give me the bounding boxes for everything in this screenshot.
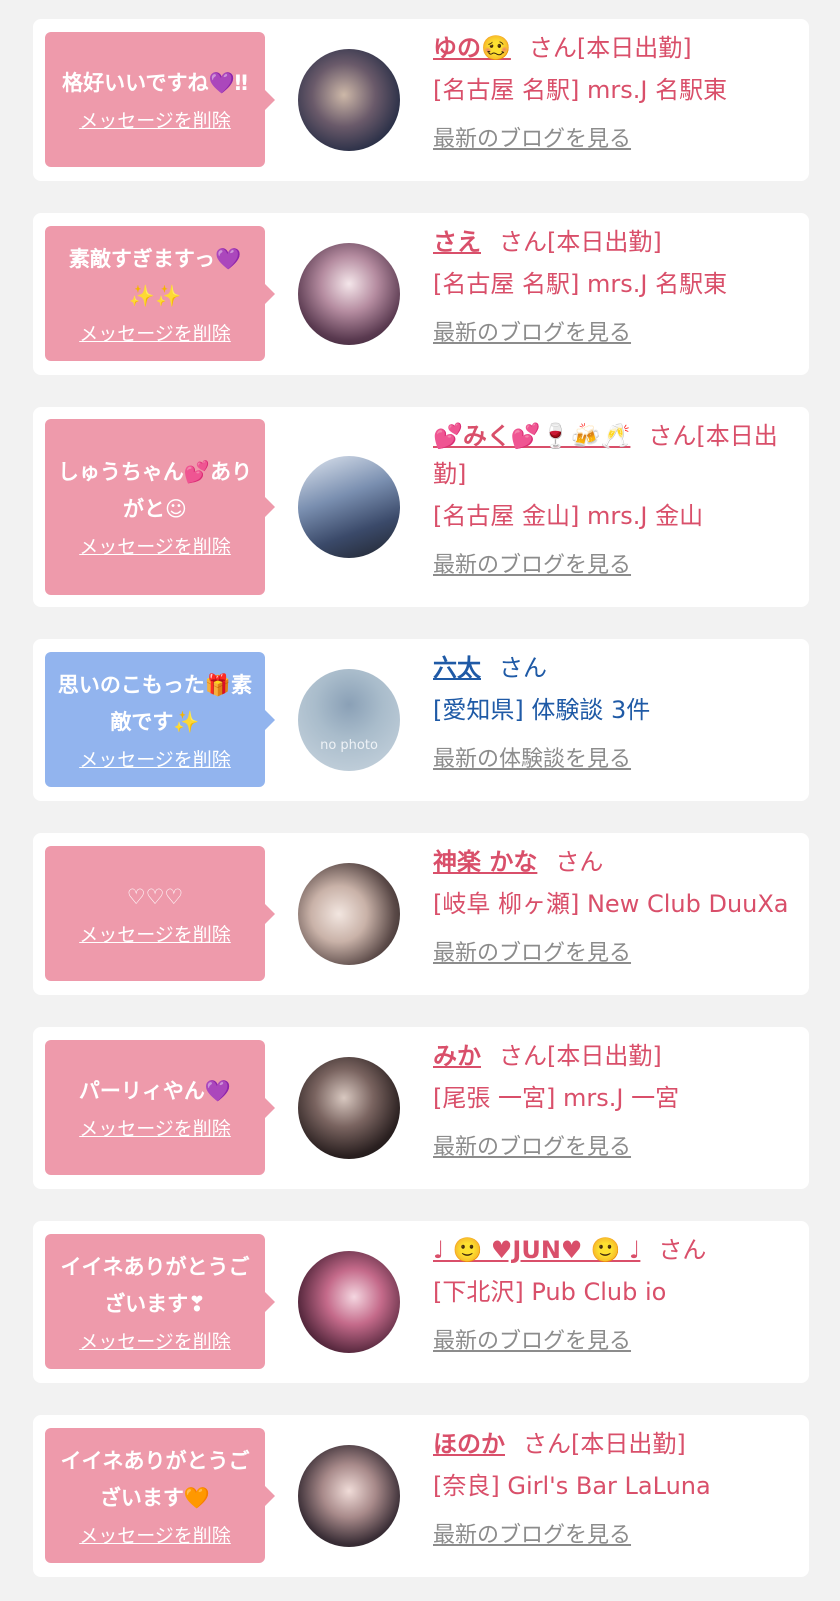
message-bubble: パーリィやん💜 メッセージを削除	[45, 1040, 275, 1175]
venue-text: [名古屋 名駅] mrs.J 名駅東	[433, 76, 728, 104]
venue-text: [尾張 一宮] mrs.J 一宮	[433, 1084, 680, 1112]
message-text: しゅうちゃん💕ありがと☺	[57, 460, 253, 521]
message-text: 素敵すぎますっ💜✨✨	[68, 246, 242, 308]
message-card: しゅうちゃん💕ありがと☺ メッセージを削除 💕みく💕🍷🍻🥂 さん[本日出勤] [名…	[33, 407, 809, 607]
delete-message-link[interactable]: メッセージを削除	[79, 108, 231, 134]
avatar[interactable]	[298, 863, 400, 965]
girl-name-link[interactable]: みか	[433, 1042, 481, 1070]
message-text: 格好いいですね💜‼	[62, 71, 248, 95]
message-bubble: 格好いいですね💜‼ メッセージを削除	[45, 32, 275, 167]
message-bubble: イイネありがとうございます🧡 メッセージを削除	[45, 1428, 275, 1563]
name-suffix: さん	[499, 654, 547, 682]
latest-blog-link[interactable]: 最新のブログを見る	[433, 1521, 631, 1551]
delete-message-link[interactable]: メッセージを削除	[79, 1329, 231, 1355]
message-card: 格好いいですね💜‼ メッセージを削除 ゆの🥴 さん[本日出勤] [名古屋 名駅] …	[33, 19, 809, 181]
message-text: 思いのこもった🎁素敵です✨	[57, 672, 253, 734]
name-suffix: さん	[555, 848, 604, 876]
message-bubble: 思いのこもった🎁素敵です✨ メッセージを削除	[45, 652, 275, 787]
message-card: イイネありがとうございます🧡 メッセージを削除 ほのか さん[本日出勤] [奈良]…	[33, 1415, 809, 1577]
girl-name-link[interactable]: ♩ 🙂 ♥JUN♥ 🙂 ♩	[433, 1236, 640, 1264]
venue-text: [名古屋 金山] mrs.J 金山	[433, 502, 704, 530]
girl-name-link[interactable]: さえ	[433, 228, 481, 256]
no-photo-label: no photo	[320, 738, 378, 753]
delete-message-link[interactable]: メッセージを削除	[79, 922, 231, 948]
reviewer-name-link[interactable]: 六太	[433, 654, 481, 682]
message-card: パーリィやん💜 メッセージを削除 みか さん[本日出勤] [尾張 一宮] mrs.…	[33, 1027, 809, 1189]
venue-text: [愛知県] 体験談 3件	[433, 696, 651, 724]
avatar[interactable]	[298, 243, 400, 345]
latest-review-link[interactable]: 最新の体験談を見る	[433, 745, 631, 775]
message-card: 思いのこもった🎁素敵です✨ メッセージを削除 no photo 六太 さん [愛知…	[33, 639, 809, 801]
girl-name-link[interactable]: ほのか	[433, 1430, 505, 1458]
venue-text: [奈良] Girl's Bar LaLuna	[433, 1472, 711, 1500]
latest-blog-link[interactable]: 最新のブログを見る	[433, 125, 631, 155]
message-card: イイネありがとうございます❣ メッセージを削除 ♩ 🙂 ♥JUN♥ 🙂 ♩ さん …	[33, 1221, 809, 1383]
message-list: 格好いいですね💜‼ メッセージを削除 ゆの🥴 さん[本日出勤] [名古屋 名駅] …	[0, 0, 840, 1601]
avatar[interactable]	[298, 1445, 400, 1547]
message-text: ♡♡♡	[126, 885, 184, 909]
delete-message-link[interactable]: メッセージを削除	[79, 1523, 231, 1549]
delete-message-link[interactable]: メッセージを削除	[79, 1116, 231, 1142]
avatar[interactable]	[298, 49, 400, 151]
avatar[interactable]	[298, 1251, 400, 1353]
venue-text: [岐阜 柳ヶ瀬] New Club DuuXa	[433, 890, 789, 918]
message-card: 素敵すぎますっ💜✨✨ メッセージを削除 さえ さん[本日出勤] [名古屋 名駅] …	[33, 213, 809, 375]
girl-name-link[interactable]: ゆの🥴	[433, 34, 511, 62]
delete-message-link[interactable]: メッセージを削除	[79, 321, 231, 347]
name-suffix: さん	[658, 1236, 707, 1264]
message-card: ♡♡♡ メッセージを削除 神楽 かな さん [岐阜 柳ヶ瀬] New Club D…	[33, 833, 809, 995]
venue-text: [下北沢] Pub Club io	[433, 1278, 667, 1306]
venue-text: [名古屋 名駅] mrs.J 名駅東	[433, 270, 728, 298]
message-text: パーリィやん💜	[78, 1079, 232, 1103]
girl-name-link[interactable]: 💕みく💕🍷🍻🥂	[433, 422, 630, 450]
name-suffix: さん[本日出勤]	[523, 1430, 686, 1458]
message-text: イイネありがとうございます❣	[60, 1254, 250, 1316]
name-suffix: さん[本日出勤]	[499, 228, 662, 256]
message-bubble: しゅうちゃん💕ありがと☺ メッセージを削除	[45, 419, 275, 595]
name-suffix: さん[本日出勤]	[499, 1042, 662, 1070]
delete-message-link[interactable]: メッセージを削除	[79, 534, 231, 560]
delete-message-link[interactable]: メッセージを削除	[79, 747, 231, 773]
avatar[interactable]	[298, 1057, 400, 1159]
latest-blog-link[interactable]: 最新のブログを見る	[433, 319, 631, 349]
name-suffix: さん[本日出勤]	[528, 34, 692, 62]
girl-name-link[interactable]: 神楽 かな	[433, 848, 537, 876]
latest-blog-link[interactable]: 最新のブログを見る	[433, 1327, 631, 1357]
avatar[interactable]	[298, 456, 400, 558]
latest-blog-link[interactable]: 最新のブログを見る	[433, 939, 631, 969]
latest-blog-link[interactable]: 最新のブログを見る	[433, 1133, 631, 1163]
message-bubble: ♡♡♡ メッセージを削除	[45, 846, 275, 981]
message-text: イイネありがとうございます🧡	[60, 1448, 250, 1510]
latest-blog-link[interactable]: 最新のブログを見る	[433, 551, 631, 581]
message-bubble: イイネありがとうございます❣ メッセージを削除	[45, 1234, 275, 1369]
no-photo-avatar[interactable]: no photo	[298, 669, 400, 771]
message-bubble: 素敵すぎますっ💜✨✨ メッセージを削除	[45, 226, 275, 361]
